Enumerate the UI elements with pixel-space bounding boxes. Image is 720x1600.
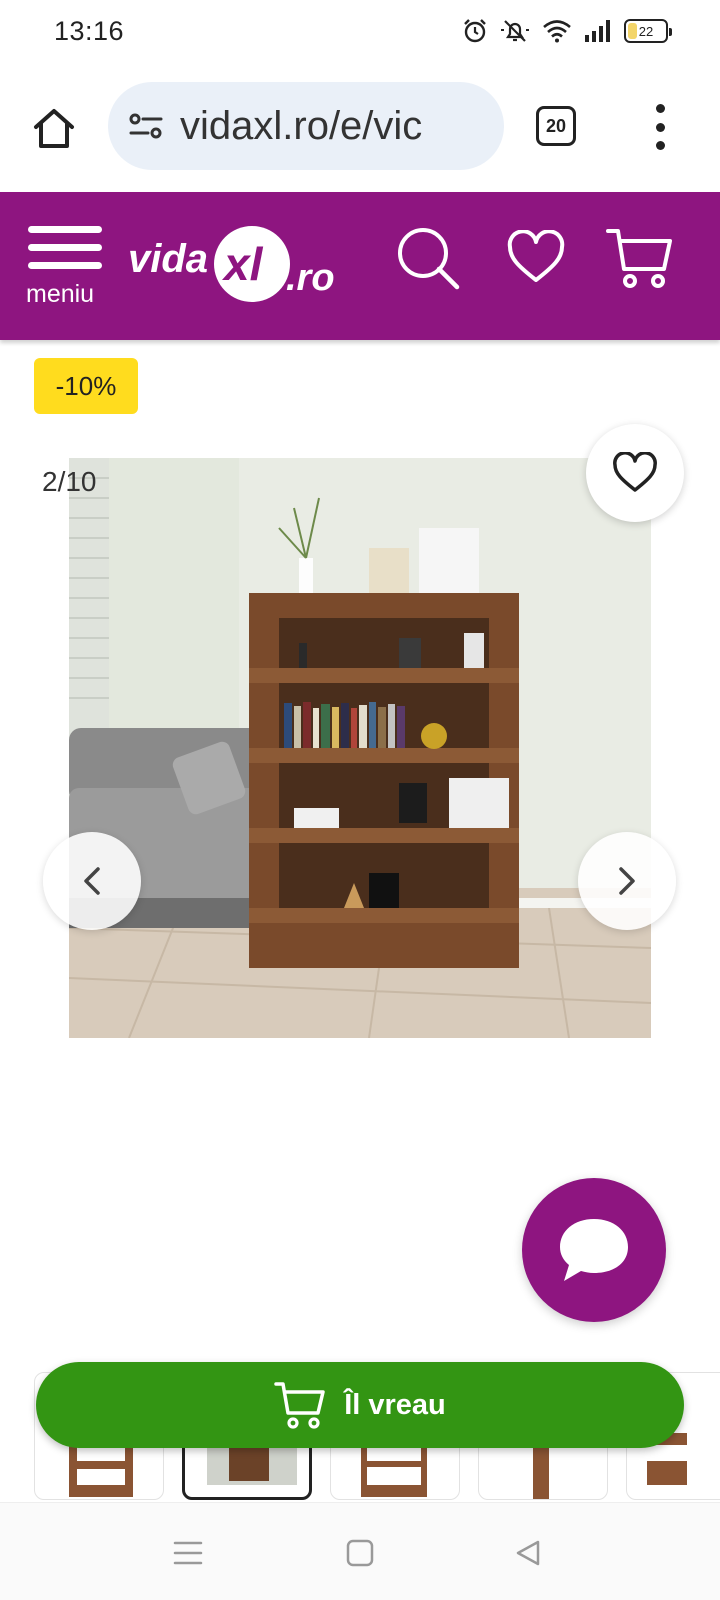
- alarm-icon: [464, 19, 486, 43]
- chat-bubble-icon: [560, 1219, 628, 1281]
- signal-icon: [585, 20, 610, 42]
- home-button[interactable]: [26, 100, 82, 156]
- status-icons: 22: [462, 18, 672, 44]
- gallery-next-button[interactable]: [578, 832, 676, 930]
- browser-toolbar: vidaxl.ro/e/vic 20: [0, 64, 720, 188]
- chat-button[interactable]: [522, 1178, 666, 1322]
- chevron-right-icon: [619, 867, 635, 895]
- system-navigation-bar: [0, 1502, 720, 1600]
- home-icon: [34, 109, 74, 148]
- dot-icon: [655, 141, 665, 150]
- heart-icon: [613, 452, 657, 492]
- svg-text:.ro: .ro: [286, 257, 335, 299]
- search-icon: [398, 228, 460, 290]
- mute-bell-icon: [501, 20, 529, 42]
- menu-lines-icon: [173, 1541, 203, 1565]
- product-image[interactable]: [69, 458, 651, 1038]
- search-button[interactable]: [392, 222, 464, 294]
- dot-icon: [655, 122, 665, 132]
- gallery-prev-button[interactable]: [43, 832, 141, 930]
- hamburger-bar: [28, 226, 102, 233]
- tune-icon: [129, 113, 163, 139]
- site-settings-button[interactable]: [126, 106, 166, 146]
- url-text: vidaxl.ro/e/vic: [180, 103, 423, 148]
- hamburger-bar: [28, 262, 102, 269]
- add-to-cart-button[interactable]: Îl vreau: [36, 1362, 684, 1448]
- add-to-wishlist-button[interactable]: [586, 424, 684, 522]
- menu-label: meniu: [26, 280, 95, 308]
- address-bar[interactable]: vidaxl.ro/e/vic: [108, 82, 504, 170]
- battery-level: 22: [638, 23, 654, 39]
- square-icon: [346, 1539, 374, 1567]
- vidaxl-logo[interactable]: vida xl .ro: [128, 214, 358, 314]
- status-time: 13:16: [54, 16, 125, 46]
- cart-button[interactable]: [604, 222, 676, 294]
- wifi-icon: [543, 20, 571, 43]
- cart-icon: [274, 1382, 325, 1429]
- add-to-cart-label: Îl vreau: [344, 1388, 446, 1421]
- wishlist-button[interactable]: [500, 222, 572, 294]
- cart-icon: [606, 229, 672, 288]
- chevron-left-icon: [84, 867, 100, 895]
- svg-text:vida: vida: [128, 237, 208, 281]
- status-bar: 13:16 22: [0, 0, 720, 64]
- recent-apps-button[interactable]: [168, 1535, 208, 1571]
- discount-badge: -10%: [34, 358, 138, 414]
- site-header: meniu vida xl .ro: [0, 192, 720, 340]
- battery-indicator: 22: [624, 19, 672, 43]
- menu-button[interactable]: meniu: [26, 226, 104, 312]
- tab-switcher-button[interactable]: 20: [536, 106, 576, 146]
- back-button[interactable]: [508, 1535, 548, 1571]
- gallery-counter: 2/10: [42, 466, 97, 497]
- svg-text:xl: xl: [221, 238, 264, 290]
- home-system-button[interactable]: [340, 1535, 380, 1571]
- dot-icon: [655, 104, 665, 113]
- heart-icon: [507, 230, 565, 282]
- browser-menu-button[interactable]: [650, 104, 670, 150]
- hamburger-bar: [28, 244, 102, 251]
- back-triangle-icon: [516, 1540, 540, 1566]
